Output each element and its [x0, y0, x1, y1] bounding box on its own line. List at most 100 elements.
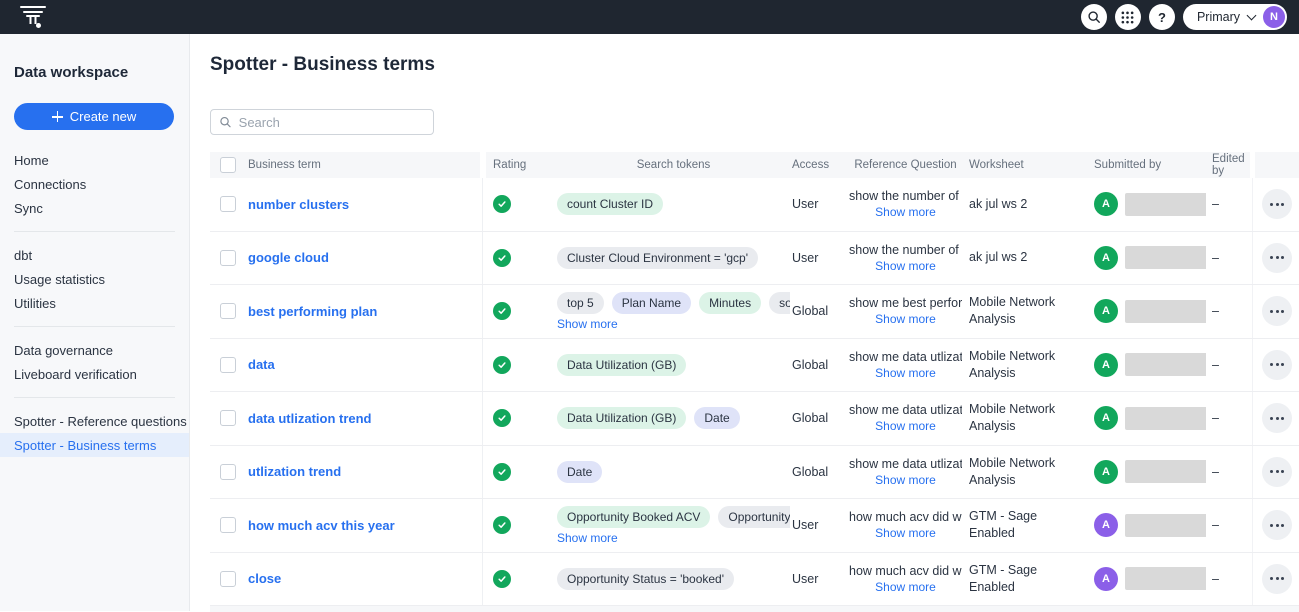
access-value: Global [792, 358, 828, 372]
row-checkbox[interactable] [220, 517, 236, 533]
question-show-more-link[interactable]: Show more [875, 526, 936, 540]
row-checkbox[interactable] [220, 410, 236, 426]
question-show-more-link[interactable]: Show more [875, 366, 936, 380]
org-switcher[interactable]: Primary N [1183, 4, 1287, 30]
verified-badge-icon [493, 195, 511, 213]
verified-badge-icon [493, 570, 511, 588]
top-navigation-bar: ? Primary N [0, 0, 1299, 34]
business-term-link[interactable]: number clusters [248, 197, 349, 212]
main-content: Spotter - Business terms Business termRa… [190, 34, 1299, 611]
sidebar-item-sync[interactable]: Sync [0, 196, 189, 220]
submitter-avatar: A [1094, 353, 1118, 377]
token-pill: top 5 [557, 292, 604, 314]
business-term-link[interactable]: google cloud [248, 250, 329, 265]
edited-by-value: – [1212, 197, 1219, 211]
reference-question-text: how much acv did w [849, 510, 962, 524]
org-switcher-label: Primary [1197, 10, 1240, 24]
business-term-link[interactable]: close [248, 571, 281, 586]
column-header-worksheet: Worksheet [962, 152, 1086, 178]
submitter-avatar: A [1094, 567, 1118, 591]
worksheet-name: GTM - Sage Enabled [969, 562, 1086, 596]
tokens-show-more-link[interactable]: Show more [557, 531, 618, 545]
verified-badge-icon [493, 302, 511, 320]
row-checkbox[interactable] [220, 196, 236, 212]
worksheet-name: GTM - Sage Enabled [969, 508, 1086, 542]
table-row: google cloud Cluster Cloud Environment =… [210, 232, 1299, 286]
sidebar-item-utilities[interactable]: Utilities [0, 291, 189, 315]
sidebar-item-spotter-business-terms[interactable]: Spotter - Business terms [0, 433, 189, 457]
search-tokens: Cluster Cloud Environment = 'gcp' [557, 247, 758, 269]
verified-badge-icon [493, 409, 511, 427]
sidebar-item-dbt[interactable]: dbt [0, 243, 189, 267]
question-show-more-link[interactable]: Show more [875, 259, 936, 273]
access-value: Global [792, 304, 828, 318]
business-term-link[interactable]: how much acv this year [248, 518, 395, 533]
thoughtspot-logo[interactable] [18, 4, 48, 30]
row-checkbox[interactable] [220, 357, 236, 373]
search-input[interactable] [239, 115, 425, 130]
search-icon [219, 115, 232, 129]
column-header-reference-question: Reference Question [849, 152, 962, 178]
access-value: User [792, 572, 818, 586]
token-pill: Opportunity C [718, 506, 790, 528]
business-term-link[interactable]: utlization trend [248, 464, 341, 479]
table-row: data utlization trend Data Utilization (… [210, 392, 1299, 446]
sidebar-item-spotter-reference-questions[interactable]: Spotter - Reference questions [0, 409, 189, 433]
question-show-more-link[interactable]: Show more [875, 419, 936, 433]
help-icon[interactable]: ? [1149, 4, 1175, 30]
row-checkbox[interactable] [220, 303, 236, 319]
search-icon[interactable] [1081, 4, 1107, 30]
sidebar-item-usage-statistics[interactable]: Usage statistics [0, 267, 189, 291]
row-checkbox[interactable] [220, 571, 236, 587]
reference-question-text: how much acv did w [849, 564, 962, 578]
sidebar-item-liveboard-verification[interactable]: Liveboard verification [0, 362, 189, 386]
business-term-link[interactable]: best performing plan [248, 304, 377, 319]
business-term-link[interactable]: data utlization trend [248, 411, 372, 426]
row-actions-button[interactable] [1262, 296, 1292, 326]
search-tokens: Date [557, 461, 602, 483]
table-row: number clusters count Cluster ID User sh… [210, 178, 1299, 232]
row-actions-button[interactable] [1262, 189, 1292, 219]
business-terms-table: Business termRatingSearch tokensAccessRe… [210, 152, 1299, 612]
row-actions-button[interactable] [1262, 510, 1292, 540]
redacted-name [1125, 460, 1206, 483]
search-tokens: Data Utilization (GB) [557, 354, 686, 376]
question-show-more-link[interactable]: Show more [875, 205, 936, 219]
submitter-avatar: A [1094, 246, 1118, 270]
user-avatar[interactable]: N [1263, 6, 1285, 28]
reference-question-text: show me data utlizati [849, 403, 962, 417]
row-actions-button[interactable] [1262, 243, 1292, 273]
search-tokens: Opportunity Booked ACVOpportunity C [557, 506, 790, 528]
redacted-name [1125, 567, 1206, 590]
table-row: utlization trend Date Global show me dat… [210, 446, 1299, 500]
question-show-more-link[interactable]: Show more [875, 473, 936, 487]
create-new-label: Create new [70, 109, 136, 124]
row-actions-button[interactable] [1262, 457, 1292, 487]
sidebar-item-home[interactable]: Home [0, 148, 189, 172]
select-all-checkbox[interactable] [220, 157, 236, 173]
business-term-link[interactable]: data [248, 357, 275, 372]
row-checkbox[interactable] [220, 464, 236, 480]
apps-grid-icon[interactable] [1115, 4, 1141, 30]
verified-badge-icon [493, 249, 511, 267]
tokens-show-more-link[interactable]: Show more [557, 317, 618, 331]
access-value: Global [792, 465, 828, 479]
submitter-avatar: A [1094, 406, 1118, 430]
sidebar-item-connections[interactable]: Connections [0, 172, 189, 196]
row-actions-button[interactable] [1262, 564, 1292, 594]
edited-by-value: – [1212, 465, 1219, 479]
row-actions-button[interactable] [1262, 350, 1292, 380]
row-actions-button[interactable] [1262, 403, 1292, 433]
edited-by-value: – [1212, 518, 1219, 532]
create-new-button[interactable]: Create new [14, 103, 174, 130]
question-show-more-link[interactable]: Show more [875, 312, 936, 326]
reference-question-text: show me best perfor [849, 296, 962, 310]
sidebar-item-data-governance[interactable]: Data governance [0, 338, 189, 362]
column-header-submitted-by: Submitted by [1086, 152, 1206, 178]
access-value: User [792, 197, 818, 211]
redacted-name [1125, 353, 1206, 376]
reference-question-text: show me data utlizati [849, 350, 962, 364]
table-row: data Data Utilization (GB) Global show m… [210, 339, 1299, 393]
question-show-more-link[interactable]: Show more [875, 580, 936, 594]
row-checkbox[interactable] [220, 250, 236, 266]
